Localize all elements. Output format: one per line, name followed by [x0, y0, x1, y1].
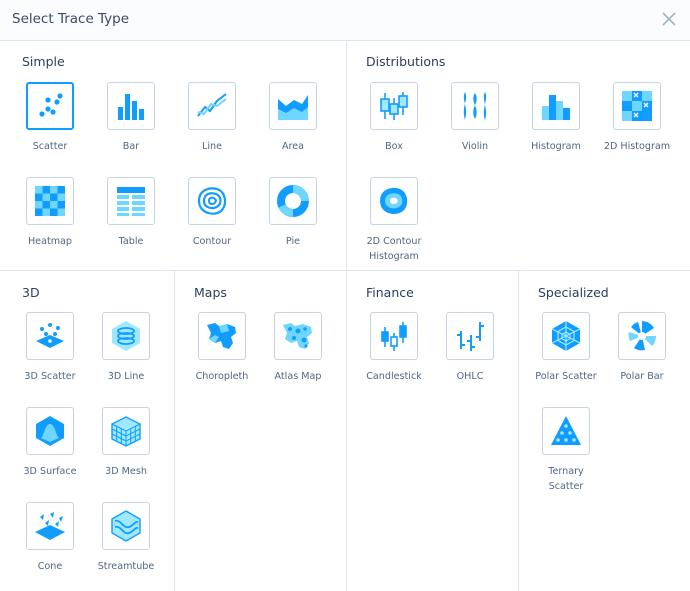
trace-label: 3D Line — [107, 371, 145, 382]
trace-label: Violin — [461, 141, 489, 152]
trace-bar[interactable]: Bar — [97, 82, 165, 154]
trace-label: 3D Scatter — [24, 371, 76, 382]
heatmap-icon — [35, 186, 65, 216]
trace-label: 2D Contour Histogram — [366, 236, 422, 262]
trace-choropleth[interactable]: Choropleth — [188, 312, 256, 384]
polar-scatter-icon — [551, 321, 581, 351]
divider — [174, 271, 175, 591]
trace-label: Choropleth — [195, 371, 249, 382]
section-title-3d: 3D — [22, 285, 40, 300]
table-icon — [117, 187, 145, 216]
trace-label: Pie — [285, 236, 301, 247]
trace-ohlc[interactable]: OHLC — [436, 312, 504, 384]
modal-title: Select Trace Type — [12, 11, 130, 27]
section-title-maps: Maps — [194, 285, 227, 300]
trace-polar-bar[interactable]: Polar Bar — [608, 312, 676, 384]
3d-mesh-icon — [111, 416, 141, 447]
section-title-simple: Simple — [22, 54, 65, 69]
trace-label: Line — [202, 141, 222, 152]
pie-chart-icon — [277, 185, 309, 217]
trace-box[interactable]: Box — [360, 82, 428, 154]
trace-ternary-scatter[interactable]: Ternary Scatter — [532, 407, 600, 494]
trace-heatmap[interactable]: Heatmap — [16, 177, 84, 249]
trace-2d-contour-histogram[interactable]: 2D Contour Histogram — [360, 177, 428, 264]
trace-label: Polar Bar — [620, 371, 664, 382]
line-chart-icon — [197, 93, 227, 117]
section-title-finance: Finance — [366, 285, 414, 300]
trace-label: Histogram — [531, 141, 581, 152]
candlestick-icon — [381, 322, 407, 351]
ternary-scatter-icon — [551, 416, 581, 445]
trace-label: Candlestick — [366, 371, 422, 382]
trace-label: OHLC — [456, 371, 484, 382]
trace-label: Cone — [37, 561, 63, 572]
trace-line[interactable]: Line — [178, 82, 246, 154]
trace-label: Box — [385, 141, 403, 152]
area-chart-icon — [278, 95, 308, 120]
trace-label: Table — [118, 236, 144, 247]
modal-header: Select Trace Type — [0, 0, 690, 41]
trace-3d-scatter[interactable]: 3D Scatter — [16, 312, 84, 384]
trace-2d-histogram[interactable]: 2D Histogram — [603, 82, 671, 154]
2d-histogram-icon — [622, 91, 652, 121]
cone-icon — [35, 512, 65, 540]
section-title-specialized: Specialized — [538, 285, 609, 300]
trace-label: Ternary Scatter — [548, 466, 584, 492]
3d-surface-icon — [36, 416, 64, 446]
streamtube-icon — [111, 510, 141, 542]
trace-violin[interactable]: Violin — [441, 82, 509, 154]
bar-icon — [118, 94, 144, 120]
violin-plot-icon — [463, 92, 487, 120]
trace-label: 3D Mesh — [105, 466, 147, 477]
scatter-icon — [39, 93, 63, 117]
trace-label: Heatmap — [27, 236, 73, 247]
histogram-icon — [542, 95, 570, 120]
trace-histogram[interactable]: Histogram — [522, 82, 590, 154]
trace-table[interactable]: Table — [97, 177, 165, 249]
trace-label: Streamtube — [97, 561, 155, 572]
trace-pie[interactable]: Pie — [259, 177, 327, 249]
trace-label: Polar Scatter — [535, 371, 597, 382]
trace-label: Scatter — [32, 141, 68, 152]
2d-contour-histogram-icon — [380, 187, 408, 214]
trace-cone[interactable]: Cone — [16, 502, 84, 574]
trace-atlas-map[interactable]: Atlas Map — [264, 312, 332, 384]
trace-candlestick[interactable]: Candlestick — [360, 312, 428, 384]
trace-label: Contour — [192, 236, 232, 247]
contour-icon — [197, 187, 227, 215]
box-plot-icon — [380, 92, 408, 120]
trace-label: Atlas Map — [274, 371, 322, 382]
trace-3d-surface[interactable]: 3D Surface — [16, 407, 84, 479]
trace-area[interactable]: Area — [259, 82, 327, 154]
trace-label: 3D Surface — [23, 466, 77, 477]
trace-3d-mesh[interactable]: 3D Mesh — [92, 407, 160, 479]
trace-3d-line[interactable]: 3D Line — [92, 312, 160, 384]
close-icon[interactable] — [659, 9, 679, 29]
choropleth-map-icon — [207, 323, 236, 349]
trace-polar-scatter[interactable]: Polar Scatter — [532, 312, 600, 384]
divider — [518, 271, 519, 591]
divider — [346, 41, 347, 591]
section-title-distributions: Distributions — [366, 54, 446, 69]
trace-scatter[interactable]: Scatter — [16, 82, 84, 154]
trace-label: Bar — [122, 141, 140, 152]
trace-type-modal: Select Trace Type Simple Scatter Bar Lin… — [0, 0, 690, 591]
trace-label: Area — [281, 141, 305, 152]
trace-streamtube[interactable]: Streamtube — [92, 502, 160, 574]
trace-contour[interactable]: Contour — [178, 177, 246, 249]
polar-bar-icon — [628, 321, 657, 351]
atlas-map-icon — [283, 323, 312, 349]
ohlc-icon — [457, 322, 484, 351]
trace-label: 2D Histogram — [603, 141, 671, 152]
3d-scatter-icon — [36, 323, 64, 348]
divider — [0, 270, 690, 271]
3d-line-icon — [112, 321, 140, 351]
